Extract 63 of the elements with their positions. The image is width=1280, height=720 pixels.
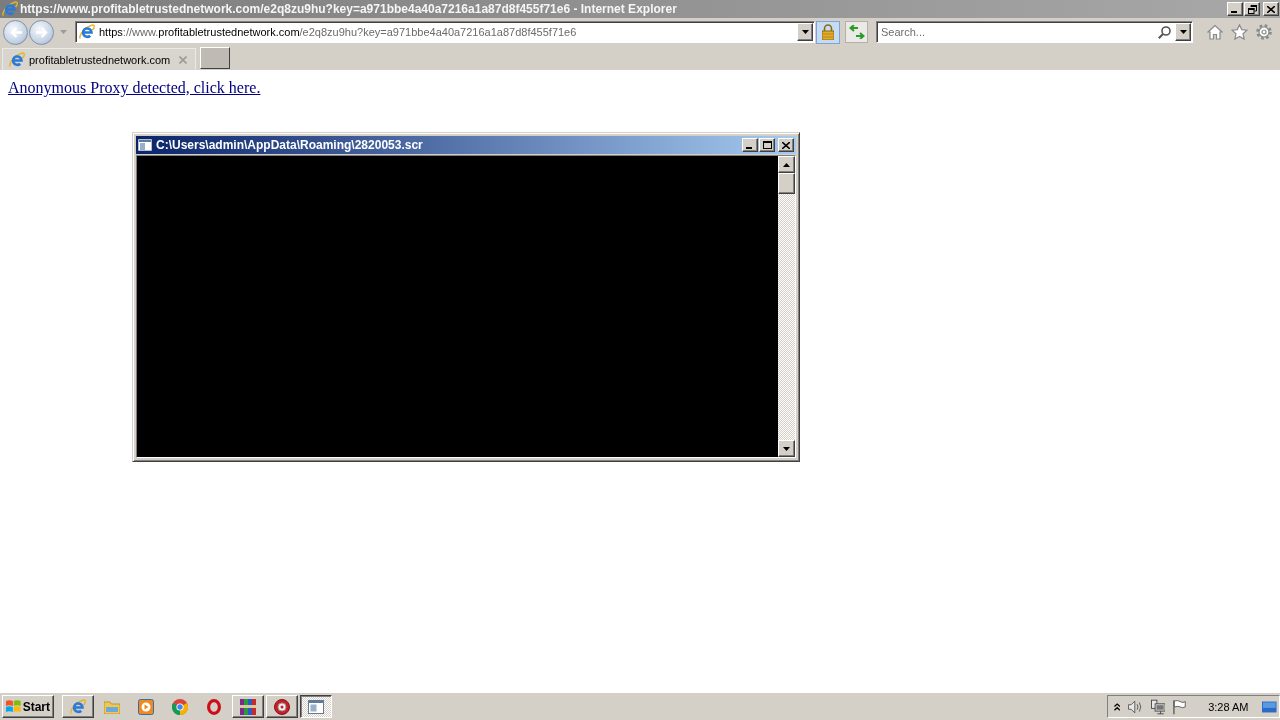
address-field[interactable]: https://www.profitabletrustednetwork.com/e2q8zu9hu?key=a971bbe4a40a7216a1a87d8f455f71e6 [75,21,815,43]
letter-e-icon [9,51,25,68]
letter-e-icon [2,1,18,17]
proxy-link[interactable]: Anonymous Proxy detected, click here. [8,79,261,96]
close-button[interactable] [1263,2,1279,16]
maximize-icon [762,141,772,149]
console-window-icon [308,699,324,714]
forward-button[interactable] [29,19,54,45]
minimize-button[interactable] [742,138,758,152]
desktop-icon[interactable] [1262,700,1277,713]
ring-icon [207,698,221,715]
taskbar-button[interactable] [300,695,332,718]
caret-down-icon [1179,30,1187,34]
address-text: https://www.profitabletrustednetwork.com/e2q8zu9hu?key=a971bbe4a40a7216a1a87d8f455f71e6 [99,26,578,38]
search-field[interactable]: Search... [876,21,1193,43]
double-caret-up-icon[interactable] [1114,702,1121,711]
left-arrow-icon [9,26,22,38]
search-icon[interactable] [1158,25,1171,39]
disc-icon [274,698,290,715]
start-button[interactable]: Start [2,695,54,718]
scroll-up-button[interactable] [778,156,795,173]
restore-button[interactable] [1244,2,1260,16]
star-icon[interactable] [1231,24,1248,40]
console-window-icon [138,139,152,151]
window-title: https://www.profitabletrustednetwork.com/e2q8zu9hu?key=a971bbe4a40a7216a1a87d8f455f71e6 - Internet Explorer [20,2,678,16]
close-icon [782,141,790,149]
address-dropdown-button[interactable] [797,23,813,41]
network-icon[interactable] [1150,698,1166,715]
padlock-icon [822,24,834,40]
minimize-button[interactable] [1227,2,1243,16]
scrollbar-track[interactable] [778,156,795,457]
new-tab-button[interactable] [200,47,230,69]
close-icon [1267,5,1275,13]
caret-up-icon [783,162,790,167]
minimize-icon [1231,11,1237,13]
home-icon[interactable] [1207,24,1223,40]
two-arrows-icon [848,25,865,39]
settings-icon[interactable] [1256,24,1272,40]
back-button[interactable] [3,19,28,45]
restore-icon [1247,4,1257,14]
minimize-icon [746,147,752,149]
four-pane-flag-icon [6,699,21,714]
scroll-down-button[interactable] [778,440,795,457]
refresh-button[interactable] [845,21,868,43]
segmented-circle-icon [172,698,188,715]
tab-label: profitabletrustednetwork.com [29,53,172,66]
letter-e-icon [79,24,95,40]
flag-icon[interactable] [1173,698,1187,715]
play-icon [138,698,154,715]
maximize-button[interactable] [759,138,775,152]
right-arrow-icon [35,26,48,38]
clock[interactable]: 3:28 AM [1208,700,1249,713]
letter-e-icon [70,698,86,715]
search-dropdown-button[interactable] [1175,23,1191,41]
books-icon [240,698,256,715]
folder-icon [104,699,120,714]
caret-down-icon [801,30,809,34]
scroll-thumb[interactable] [778,173,795,194]
caret-down-icon [783,446,790,451]
speaker-icon[interactable] [1128,699,1143,714]
close-button[interactable] [778,138,794,152]
browser-tab[interactable]: profitabletrustednetwork.com [2,48,196,70]
console-window-title: C:\Users\admin\AppData\Roaming\2820053.scr [156,138,424,152]
